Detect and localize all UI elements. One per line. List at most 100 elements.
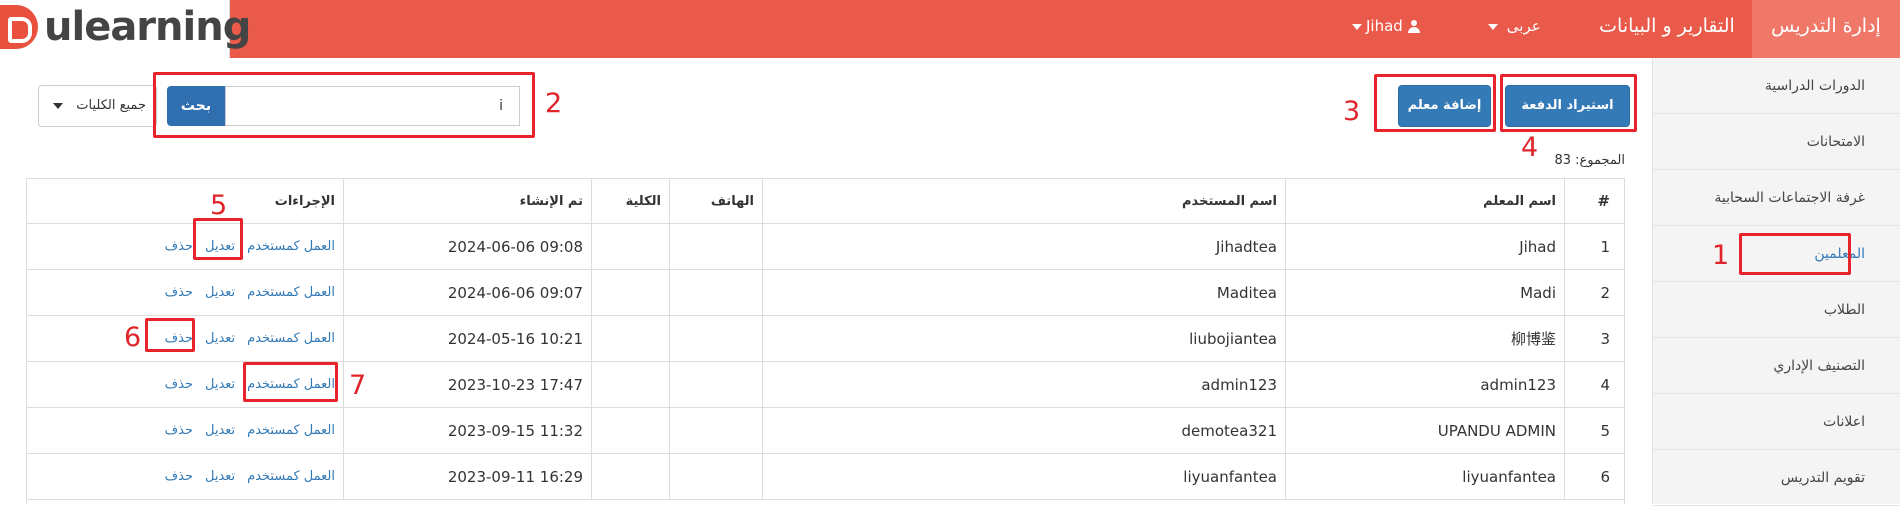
sidebar-item-courses[interactable]: الدورات الدراسية: [1653, 58, 1900, 114]
college-cell: [591, 408, 669, 453]
edit-link[interactable]: تعديل: [205, 377, 235, 392]
row-actions: العمل كمستخدم تعديل حذف: [27, 270, 343, 315]
chevron-down-icon: [53, 103, 63, 109]
nav-reports[interactable]: التقارير و البيانات: [1582, 0, 1752, 58]
username-cell: admin123: [762, 362, 1285, 407]
delete-link[interactable]: حذف: [165, 469, 193, 484]
edit-link[interactable]: تعديل: [205, 285, 235, 300]
language-label: عربى: [1506, 17, 1541, 35]
annotation-box-2: [153, 72, 535, 138]
row-number: 4: [1564, 362, 1624, 407]
teachers-table: الإجراءات تم الإنشاء الكلية الهاتف اسم ا…: [26, 178, 1625, 504]
annotation-box-7: [243, 362, 338, 402]
phone-cell: [669, 316, 762, 361]
table-row: العمل كمستخدم تعديل حذف 2023-09-11 16:29…: [27, 454, 1624, 500]
header-phone: الهاتف: [669, 179, 762, 223]
chevron-down-icon: [1488, 23, 1498, 30]
college-cell: [591, 270, 669, 315]
sidebar-item-students[interactable]: الطلاب: [1653, 282, 1900, 338]
table-header: الإجراءات تم الإنشاء الكلية الهاتف اسم ا…: [27, 179, 1624, 224]
login-as-user-link[interactable]: العمل كمستخدم: [247, 285, 335, 300]
username-cell: liubojiantea: [762, 316, 1285, 361]
created-cell: 2024-06-06 09:07: [343, 270, 591, 315]
college-select[interactable]: جميع الكليات: [38, 85, 157, 127]
edit-link[interactable]: تعديل: [205, 469, 235, 484]
college-cell: [591, 454, 669, 499]
college-cell: [591, 362, 669, 407]
annotation-number-7: 7: [349, 370, 367, 401]
table-row: العمل كمستخدم تعديل حذف 2023-09-15 11:32…: [27, 408, 1624, 454]
username-cell: Maditea: [762, 270, 1285, 315]
annotation-box-6: [145, 318, 195, 352]
logo[interactable]: ulearning: [0, 0, 251, 58]
annotation-number-6: 6: [124, 322, 142, 353]
sidebar-item-admin-category[interactable]: التصنيف الإداري: [1653, 338, 1900, 394]
annotation-number-3: 3: [1343, 96, 1361, 127]
created-cell: 2024-05-16 10:21: [343, 316, 591, 361]
user-menu[interactable]: Jihad: [1348, 0, 1438, 58]
annotation-number-5: 5: [210, 190, 228, 221]
username-cell: demotea321: [762, 408, 1285, 453]
user-icon: [1407, 20, 1420, 33]
username-cell: Jihadtea: [762, 224, 1285, 269]
delete-link[interactable]: حذف: [165, 423, 193, 438]
logo-icon: [0, 5, 38, 49]
college-select-label: جميع الكليات: [76, 98, 146, 113]
delete-link[interactable]: حذف: [165, 285, 193, 300]
row-number: 1: [1564, 224, 1624, 269]
header-college: الكلية: [591, 179, 669, 223]
row-actions: العمل كمستخدم تعديل حذف: [27, 224, 343, 269]
row-number: 6: [1564, 454, 1624, 499]
login-as-user-link[interactable]: العمل كمستخدم: [247, 331, 335, 346]
login-as-user-link[interactable]: العمل كمستخدم: [247, 423, 335, 438]
delete-link[interactable]: حذف: [165, 377, 193, 392]
top-navbar: ulearning Jihad عربى التقارير و البيانات…: [0, 0, 1900, 58]
teacher-name-cell: Jihad: [1285, 224, 1564, 269]
header-created: تم الإنشاء: [343, 179, 591, 223]
header-num: #: [1564, 179, 1624, 223]
row-number: 3: [1564, 316, 1624, 361]
phone-cell: [669, 408, 762, 453]
created-cell: 2023-09-15 11:32: [343, 408, 591, 453]
college-cell: [591, 316, 669, 361]
header-username: اسم المستخدم: [762, 179, 1285, 223]
created-cell: 2024-06-06 09:08: [343, 224, 591, 269]
table-row: العمل كمستخدم تعديل حذف 2024-06-06 09:07…: [27, 270, 1624, 316]
nav-teaching-admin[interactable]: إدارة التدريس: [1752, 0, 1900, 58]
total-count: المجموع: 83: [1554, 153, 1625, 168]
sidebar-item-announcements[interactable]: اعلانات: [1653, 394, 1900, 450]
header-teacher-name: اسم المعلم: [1285, 179, 1564, 223]
annotation-number-2: 2: [545, 88, 563, 119]
sidebar-item-exams[interactable]: الامتحانات: [1653, 114, 1900, 170]
row-actions: العمل كمستخدم تعديل حذف: [27, 408, 343, 453]
annotation-box-3: [1374, 74, 1496, 132]
username-cell: liyuanfantea: [762, 454, 1285, 499]
annotation-box-4: [1500, 74, 1637, 132]
edit-link[interactable]: تعديل: [205, 331, 235, 346]
login-as-user-link[interactable]: العمل كمستخدم: [247, 239, 335, 254]
sidebar-item-teaching-calendar[interactable]: تقويم التدريس: [1653, 450, 1900, 506]
annotation-number-4: 4: [1521, 132, 1539, 163]
annotation-box-5: [193, 218, 243, 260]
row-number: 2: [1564, 270, 1624, 315]
sidebar-item-cloud-meeting[interactable]: غرفة الاجتماعات السحابية: [1653, 170, 1900, 226]
chevron-down-icon: [1352, 23, 1362, 30]
teacher-name-cell: Madi: [1285, 270, 1564, 315]
phone-cell: [669, 362, 762, 407]
teacher-name-cell: UPANDU ADMIN: [1285, 408, 1564, 453]
teacher-name-cell: 柳博鉴: [1285, 316, 1564, 361]
row-number: 5: [1564, 408, 1624, 453]
table-row: العمل كمستخدم تعديل حذف 2024-06-06 09:08…: [27, 224, 1624, 270]
phone-cell: [669, 270, 762, 315]
college-cell: [591, 224, 669, 269]
created-cell: 2023-09-11 16:29: [343, 454, 591, 499]
language-menu[interactable]: عربى: [1484, 0, 1564, 58]
table-row: العمل كمستخدم تعديل حذف 2024-05-16 10:21…: [27, 316, 1624, 362]
annotation-number-1: 1: [1712, 240, 1730, 271]
logo-text: ulearning: [44, 4, 251, 50]
edit-link[interactable]: تعديل: [205, 423, 235, 438]
row-actions: العمل كمستخدم تعديل حذف: [27, 454, 343, 499]
delete-link[interactable]: حذف: [165, 239, 193, 254]
login-as-user-link[interactable]: العمل كمستخدم: [247, 469, 335, 484]
sidebar: الدورات الدراسية الامتحانات غرفة الاجتما…: [1652, 58, 1900, 506]
